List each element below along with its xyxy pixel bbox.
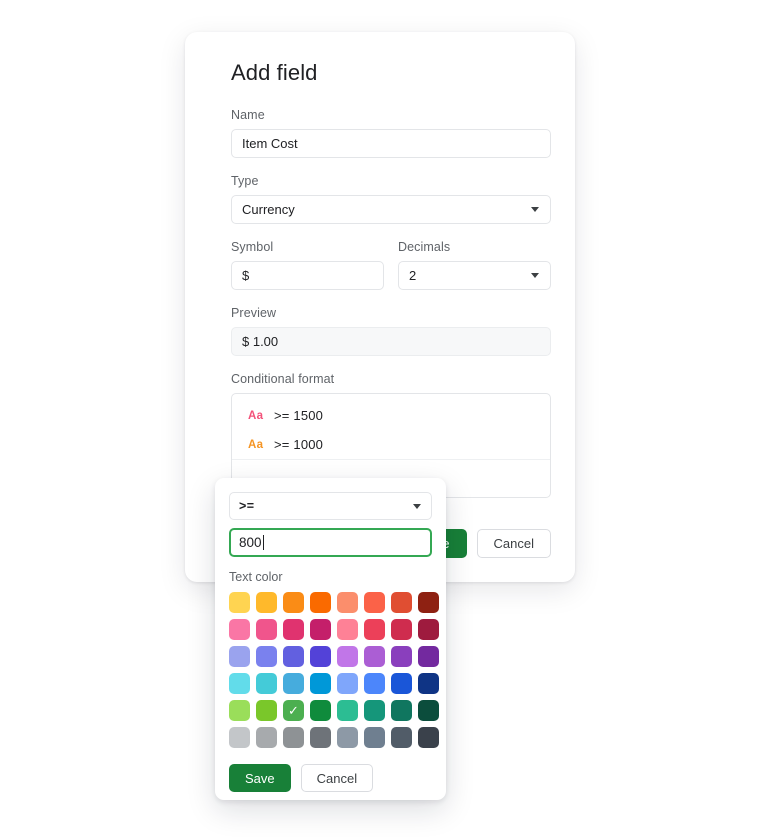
color-swatch[interactable]: [391, 592, 412, 613]
color-swatch[interactable]: [364, 619, 385, 640]
type-select[interactable]: Currency: [231, 195, 551, 224]
rule-value-text: 800: [239, 535, 262, 550]
popup-save-button[interactable]: Save: [229, 764, 291, 792]
color-swatch[interactable]: [337, 646, 358, 667]
rule-value-input[interactable]: 800: [229, 528, 432, 557]
screen: Add field Name Item Cost Type Currency S…: [0, 0, 760, 837]
type-select-value: Currency: [242, 202, 295, 217]
color-swatch[interactable]: [337, 673, 358, 694]
color-swatch[interactable]: [391, 646, 412, 667]
text-style-aa-icon: Aa: [248, 438, 264, 451]
color-swatch[interactable]: [364, 673, 385, 694]
color-swatch[interactable]: [229, 646, 250, 667]
text-cursor: [262, 535, 264, 550]
color-swatch[interactable]: [337, 592, 358, 613]
conditional-format-label: Conditional format: [231, 372, 335, 386]
symbol-label: Symbol: [231, 240, 274, 254]
color-swatch[interactable]: [283, 646, 304, 667]
conditional-format-rows: Aa >= 1500 Aa >= 1000: [232, 401, 550, 459]
color-swatch[interactable]: [229, 700, 250, 721]
color-swatch[interactable]: [256, 727, 277, 748]
page-title: Add field: [231, 60, 318, 85]
field-group-symbol: Symbol $: [231, 240, 384, 290]
color-swatch[interactable]: [418, 646, 439, 667]
name-input[interactable]: Item Cost: [231, 129, 551, 158]
field-group-preview: Preview $ 1.00: [231, 306, 551, 356]
decimals-select-value: 2: [409, 268, 417, 283]
operator-select-value: >=: [239, 499, 255, 513]
color-swatch[interactable]: [391, 673, 412, 694]
color-swatch[interactable]: [310, 646, 331, 667]
color-swatch[interactable]: [337, 727, 358, 748]
color-swatch[interactable]: [283, 592, 304, 613]
conditional-format-rule-popup: >= 800 Text color ✓ Save Cancel: [215, 478, 446, 800]
color-swatch[interactable]: [229, 727, 250, 748]
color-swatch[interactable]: [283, 619, 304, 640]
color-swatch[interactable]: [364, 592, 385, 613]
color-swatch[interactable]: [256, 673, 277, 694]
text-color-label: Text color: [229, 570, 283, 584]
symbol-decimals-row: Symbol $ Decimals 2: [231, 240, 551, 290]
popup-cancel-button[interactable]: Cancel: [300, 764, 374, 792]
conditional-format-rule-row[interactable]: Aa >= 1000: [232, 430, 550, 459]
color-swatch[interactable]: [364, 700, 385, 721]
decimals-select[interactable]: 2: [398, 261, 551, 290]
color-swatch[interactable]: [418, 592, 439, 613]
chevron-down-icon: [531, 273, 539, 278]
color-swatch[interactable]: [283, 727, 304, 748]
color-swatch[interactable]: [283, 673, 304, 694]
operator-select[interactable]: >=: [229, 492, 432, 520]
field-group-type: Type Currency: [231, 174, 551, 224]
color-swatch[interactable]: [418, 700, 439, 721]
color-swatch-selected[interactable]: ✓: [283, 700, 304, 721]
color-swatch[interactable]: [256, 619, 277, 640]
check-icon: ✓: [288, 703, 299, 718]
color-swatch[interactable]: [418, 619, 439, 640]
color-swatch[interactable]: [310, 592, 331, 613]
color-swatch[interactable]: [391, 700, 412, 721]
popup-footer: Save Cancel: [229, 764, 432, 792]
color-swatch[interactable]: [310, 673, 331, 694]
color-swatch[interactable]: [310, 727, 331, 748]
color-swatch[interactable]: [229, 592, 250, 613]
color-swatch[interactable]: [310, 700, 331, 721]
color-swatch[interactable]: [391, 619, 412, 640]
field-group-name: Name Item Cost: [231, 108, 551, 158]
preview-label: Preview: [231, 306, 277, 320]
color-swatch[interactable]: [310, 619, 331, 640]
color-swatch[interactable]: [337, 619, 358, 640]
conditional-format-rule-condition: >= 1000: [274, 437, 324, 452]
text-style-aa-icon: Aa: [248, 409, 264, 422]
conditional-format-rule-row[interactable]: Aa >= 1500: [232, 401, 550, 430]
name-label: Name: [231, 108, 265, 122]
preview-value: $ 1.00: [231, 327, 551, 356]
chevron-down-icon: [413, 503, 421, 509]
color-swatch[interactable]: [229, 673, 250, 694]
field-group-decimals: Decimals 2: [398, 240, 551, 290]
text-color-swatch-grid: ✓: [229, 592, 439, 748]
symbol-input[interactable]: $: [231, 261, 384, 290]
conditional-format-rule-condition: >= 1500: [274, 408, 324, 423]
color-swatch[interactable]: [364, 727, 385, 748]
color-swatch[interactable]: [256, 592, 277, 613]
type-label: Type: [231, 174, 259, 188]
decimals-label: Decimals: [398, 240, 451, 254]
cancel-button[interactable]: Cancel: [476, 529, 551, 558]
field-group-conditional-format: Conditional format: [231, 372, 551, 386]
color-swatch[interactable]: [418, 673, 439, 694]
color-swatch[interactable]: [229, 619, 250, 640]
color-swatch[interactable]: [418, 727, 439, 748]
color-swatch[interactable]: [256, 646, 277, 667]
color-swatch[interactable]: [364, 646, 385, 667]
color-swatch[interactable]: [256, 700, 277, 721]
color-swatch[interactable]: [337, 700, 358, 721]
chevron-down-icon: [531, 207, 539, 212]
color-swatch[interactable]: [391, 727, 412, 748]
